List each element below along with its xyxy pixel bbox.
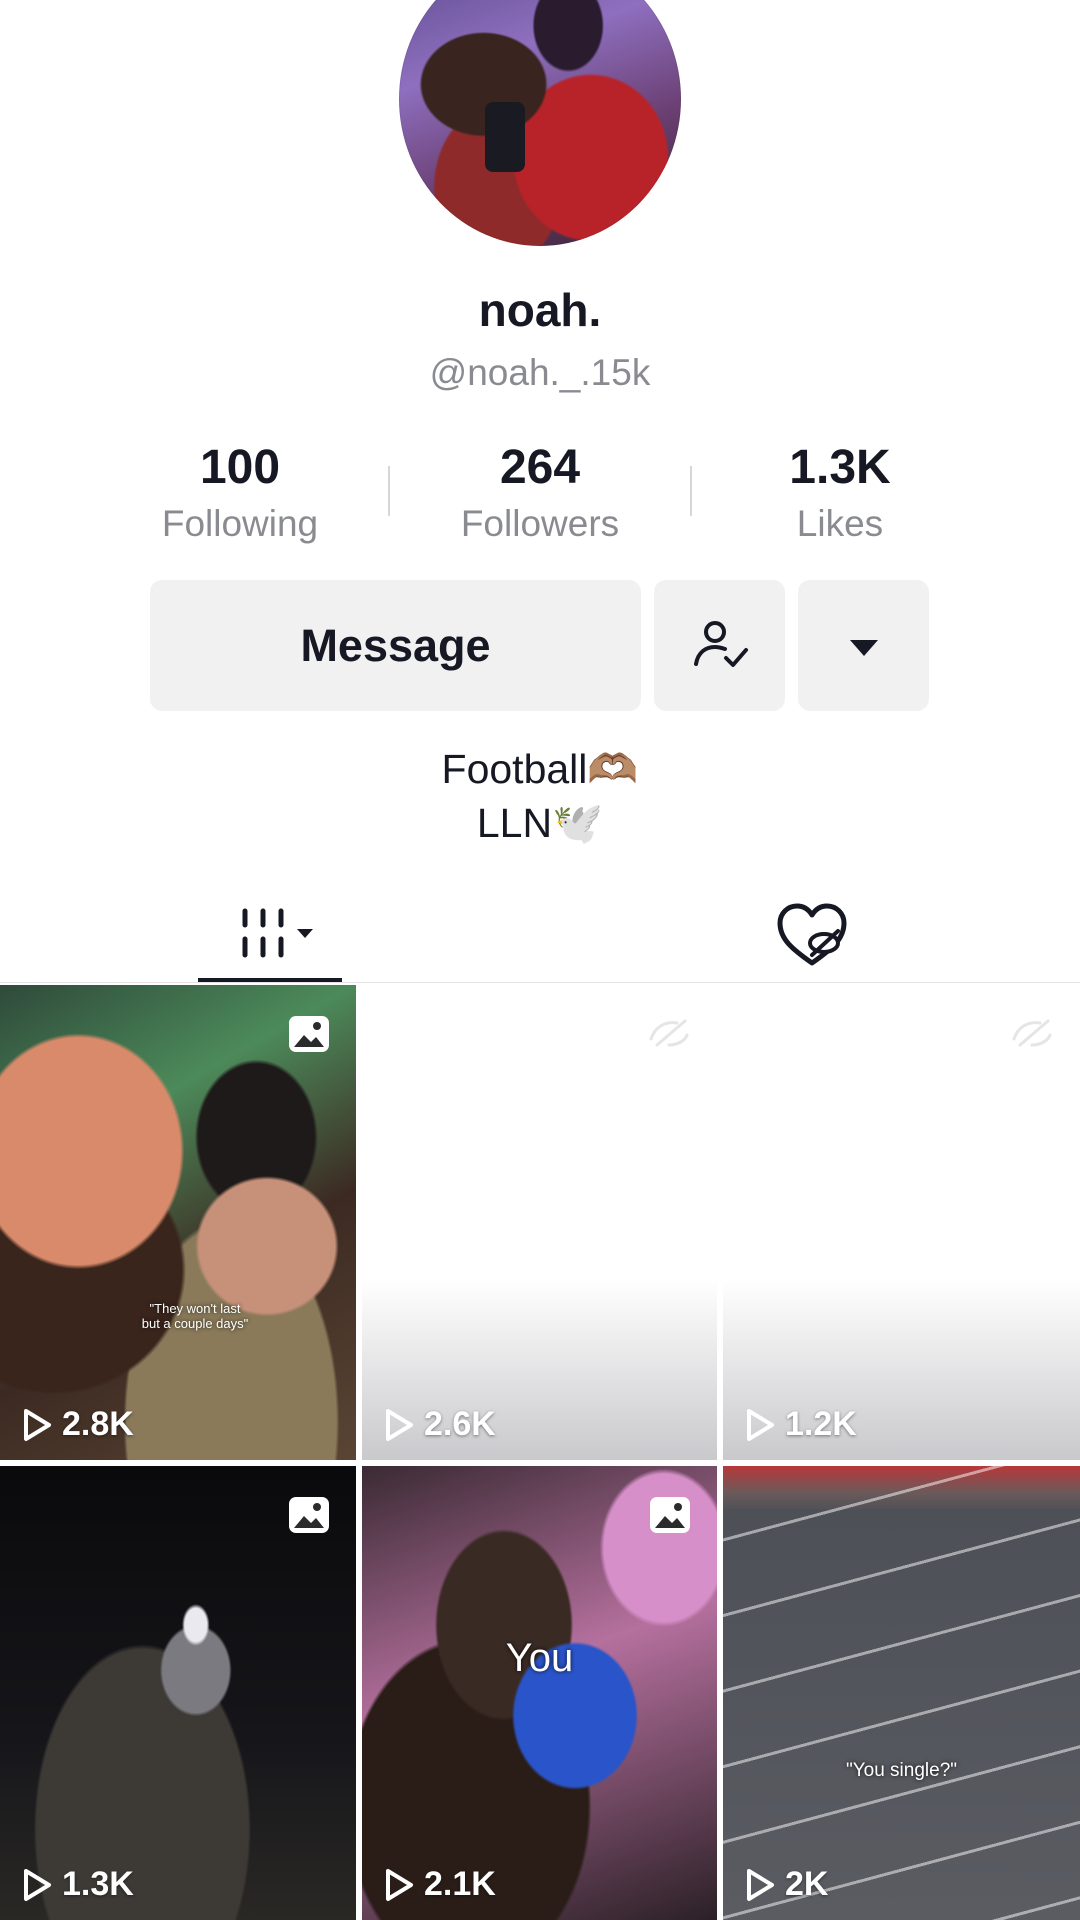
video-tile[interactable]: 2.6K: [362, 985, 717, 1460]
play-icon: [386, 1408, 413, 1441]
likes-label: Likes: [796, 503, 884, 544]
play-icon: [24, 1408, 51, 1441]
person-check-icon: [693, 620, 748, 667]
liked-hidden-icon: [777, 903, 847, 966]
display-name: noah.: [478, 284, 602, 336]
view-count: 2K: [745, 1865, 828, 1904]
tab-liked[interactable]: [740, 888, 884, 982]
bio-line-1: Football🫶🏽: [441, 746, 639, 792]
play-icon: [24, 1868, 51, 1901]
video-tile[interactable]: 1.2K: [723, 985, 1080, 1460]
view-count-label: 2.1K: [424, 1865, 496, 1903]
stat-divider: [690, 466, 692, 516]
video-tile[interactable]: "They won't last but a couple days" 2.8K: [0, 985, 356, 1460]
view-count: 1.2K: [745, 1405, 857, 1444]
stat-following[interactable]: 100 Following: [130, 440, 350, 545]
tabs-divider: [0, 982, 1080, 983]
videos-grid-icon: [242, 908, 313, 958]
stat-followers[interactable]: 264 Followers: [430, 440, 650, 545]
play-icon: [747, 1408, 774, 1441]
video-caption: "You single?": [845, 1760, 958, 1781]
photo-post-icon: [649, 1496, 691, 1539]
stat-divider: [388, 466, 390, 516]
view-count-label: 2.6K: [424, 1405, 496, 1443]
caret-down-icon: [849, 639, 878, 656]
likes-count: 1.3K: [789, 441, 891, 494]
following-count: 100: [199, 441, 281, 494]
play-icon: [386, 1868, 413, 1901]
view-count: 1.3K: [22, 1865, 134, 1904]
view-count-label: 1.3K: [62, 1865, 134, 1903]
play-icon: [747, 1868, 774, 1901]
followers-count: 264: [499, 441, 581, 494]
photo-post-icon: [288, 1015, 330, 1058]
following-label: Following: [161, 503, 319, 544]
private-video-icon: [647, 1015, 691, 1056]
video-tile[interactable]: "You single?" 2K: [723, 1466, 1080, 1920]
profile-avatar[interactable]: [399, 0, 681, 246]
video-caption: "They won't last but a couple days": [141, 1301, 249, 1331]
photo-post-icon: [288, 1496, 330, 1539]
private-video-icon: [1010, 1015, 1054, 1056]
bio-line-2: LLN🕊️: [476, 800, 604, 846]
more-options-button[interactable]: [798, 580, 929, 711]
tab-videos[interactable]: [198, 888, 342, 982]
followers-label: Followers: [460, 503, 620, 544]
video-caption: You: [505, 1636, 574, 1680]
view-count: 2.6K: [384, 1405, 496, 1444]
view-count-label: 1.2K: [785, 1405, 857, 1443]
message-button[interactable]: Message: [150, 580, 641, 711]
video-tile[interactable]: 1.3K: [0, 1466, 356, 1920]
username: @noah._.15k: [429, 352, 651, 393]
avatar-phone-shape: [485, 102, 525, 172]
stat-likes[interactable]: 1.3K Likes: [730, 440, 950, 545]
view-count-label: 2K: [785, 1865, 829, 1903]
view-count-label: 2.8K: [62, 1405, 134, 1443]
view-count: 2.8K: [22, 1405, 134, 1444]
following-button[interactable]: [654, 580, 785, 711]
video-tile[interactable]: You 2.1K: [362, 1466, 717, 1920]
view-count: 2.1K: [384, 1865, 496, 1904]
